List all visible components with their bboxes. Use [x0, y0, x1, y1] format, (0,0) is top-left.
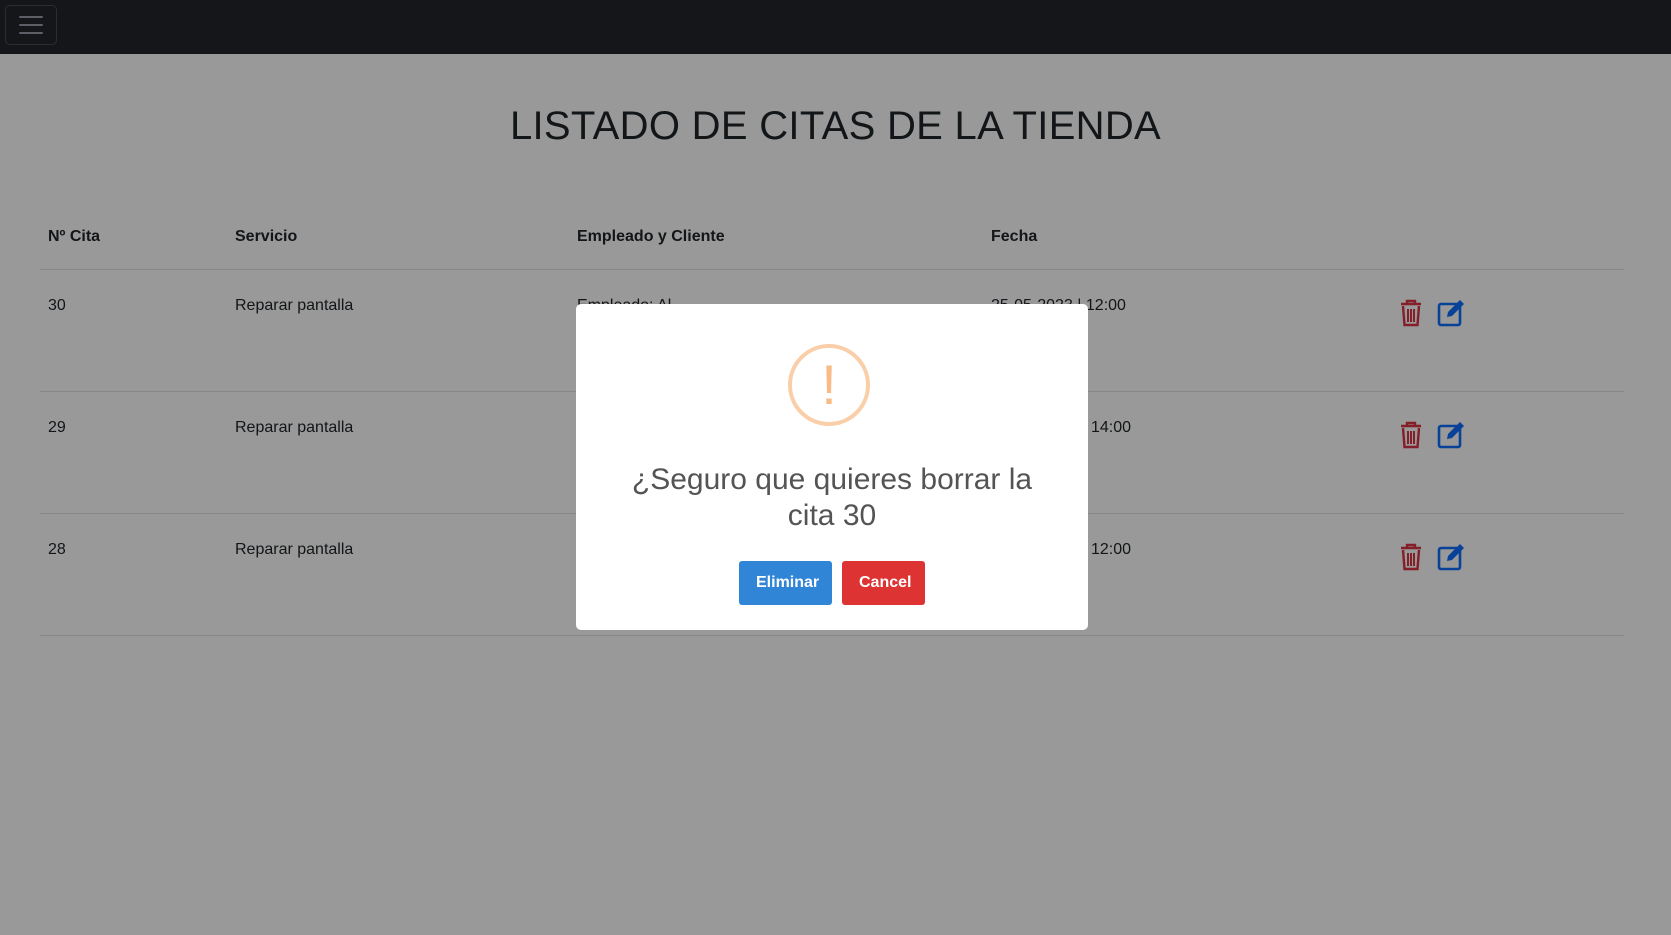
eliminar-button[interactable]: Eliminar — [739, 561, 832, 605]
dialog-title: ¿Seguro que quieres borrar la cita 30 — [631, 463, 1033, 532]
hamburger-menu-icon[interactable] — [5, 5, 57, 45]
cancel-button[interactable]: Cancel — [842, 561, 925, 605]
warning-glyph: ! — [821, 353, 837, 416]
dialog-actions: Eliminar Cancel — [576, 561, 1088, 605]
navbar-dimmed — [0, 0, 1671, 54]
warning-icon: ! — [788, 344, 870, 426]
confirm-delete-dialog: ! ¿Seguro que quieres borrar la cita 30 … — [576, 304, 1088, 630]
